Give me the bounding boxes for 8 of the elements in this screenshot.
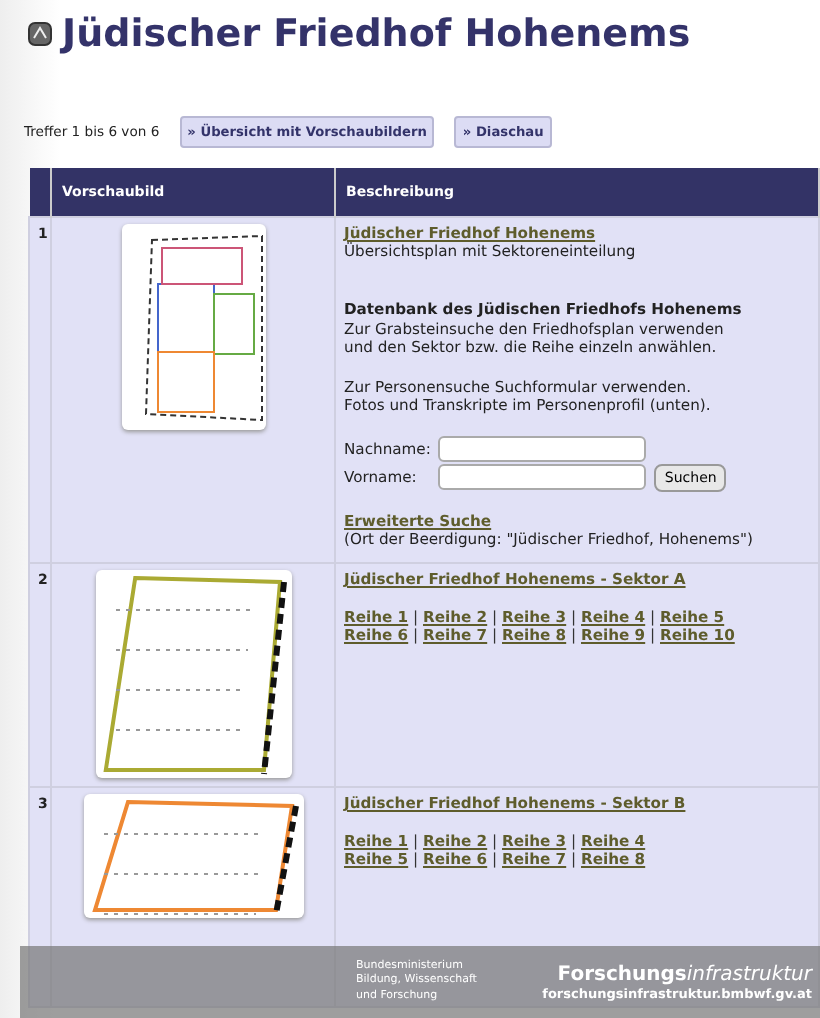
page-title: Jüdischer Friedhof Hohenems (62, 12, 691, 56)
brand-name: Forschungsinfrastruktur (555, 963, 812, 985)
name-field[interactable] (438, 435, 647, 462)
cemetery-plan-thumbnail[interactable] (95, 570, 291, 778)
cemetery-plan-thumbnail[interactable] (83, 794, 303, 918)
app-logo-icon (28, 22, 52, 46)
cemetery-plan-thumbnail[interactable] (121, 224, 265, 430)
name-field[interactable] (438, 464, 647, 491)
